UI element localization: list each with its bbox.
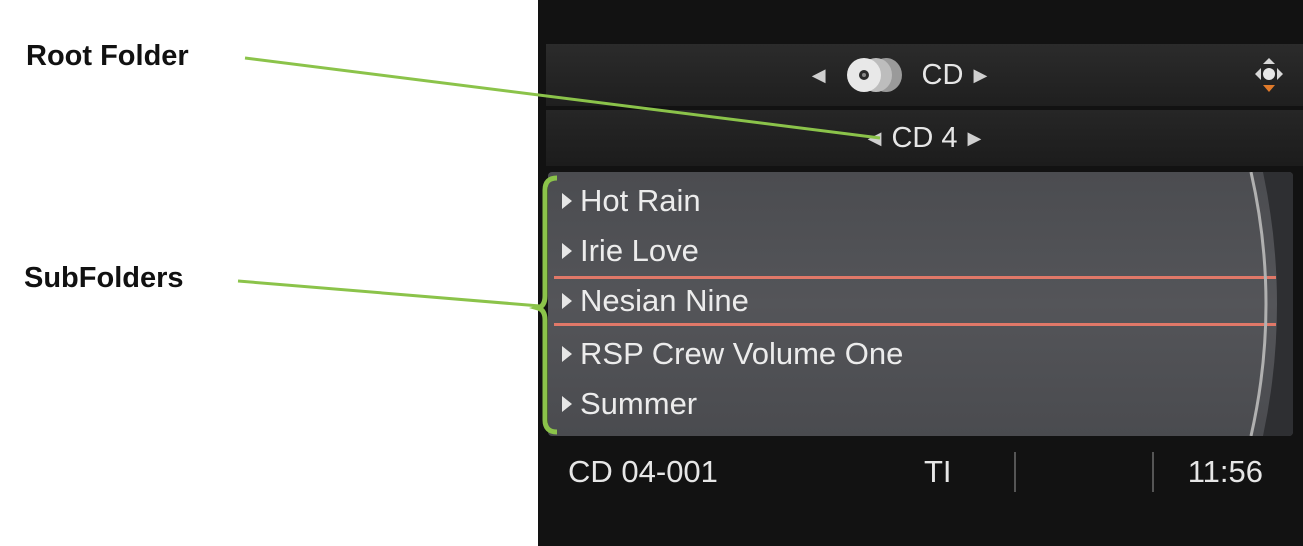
list-item-label: Nesian Nine [580, 283, 749, 318]
folder-arrow-icon [562, 243, 572, 259]
list-item[interactable]: Irie Love [562, 226, 1252, 276]
status-divider [1014, 452, 1016, 492]
subfolder-list: Hot Rain Irie Love Nesian Nine RSP Crew … [548, 172, 1293, 436]
folder-next-arrow-icon[interactable]: ▶ [968, 128, 982, 149]
scrollbar[interactable] [1247, 172, 1293, 436]
list-item[interactable]: Hot Rain [562, 176, 1252, 226]
root-folder-callout: Root Folder [26, 40, 189, 72]
list-item[interactable]: Summer [562, 379, 1252, 429]
head-unit-screen: ◀ CD ▶ ◀ CD 4 ▶ Hot Rain Irie Love Nesia… [538, 0, 1303, 546]
list-item[interactable]: RSP Crew Volume One [562, 329, 1252, 379]
folder-arrow-icon [562, 293, 572, 309]
folder-bar: ◀ CD 4 ▶ [546, 110, 1303, 166]
folder-prev-arrow-icon[interactable]: ◀ [868, 128, 882, 149]
list-item-label: Irie Love [580, 233, 699, 268]
source-bar: ◀ CD ▶ [546, 44, 1303, 106]
list-item-label: RSP Crew Volume One [580, 336, 904, 371]
folder-arrow-icon [562, 346, 572, 362]
traffic-info-indicator: TI [924, 454, 952, 489]
clock: 11:56 [1187, 454, 1263, 489]
source-label: CD [921, 58, 964, 91]
list-item-selected[interactable]: Nesian Nine [554, 276, 1276, 326]
current-folder-label: CD 4 [891, 121, 958, 154]
list-item-label: Summer [580, 386, 698, 421]
folder-arrow-icon [562, 193, 572, 209]
folder-arrow-icon [562, 396, 572, 412]
track-number: CD 04-001 [568, 454, 718, 489]
status-bar: CD 04-001 TI 11:56 [564, 444, 1293, 504]
list-item-label: Hot Rain [580, 183, 701, 218]
joystick-nav-icon[interactable] [1247, 52, 1291, 96]
source-next-arrow-icon[interactable]: ▶ [973, 65, 987, 86]
status-divider [1152, 452, 1154, 492]
source-prev-arrow-icon[interactable]: ◀ [812, 65, 826, 86]
disc-stack-icon [842, 57, 904, 93]
subfolders-callout: SubFolders [24, 262, 184, 294]
subfolders-leader-line [237, 279, 541, 308]
